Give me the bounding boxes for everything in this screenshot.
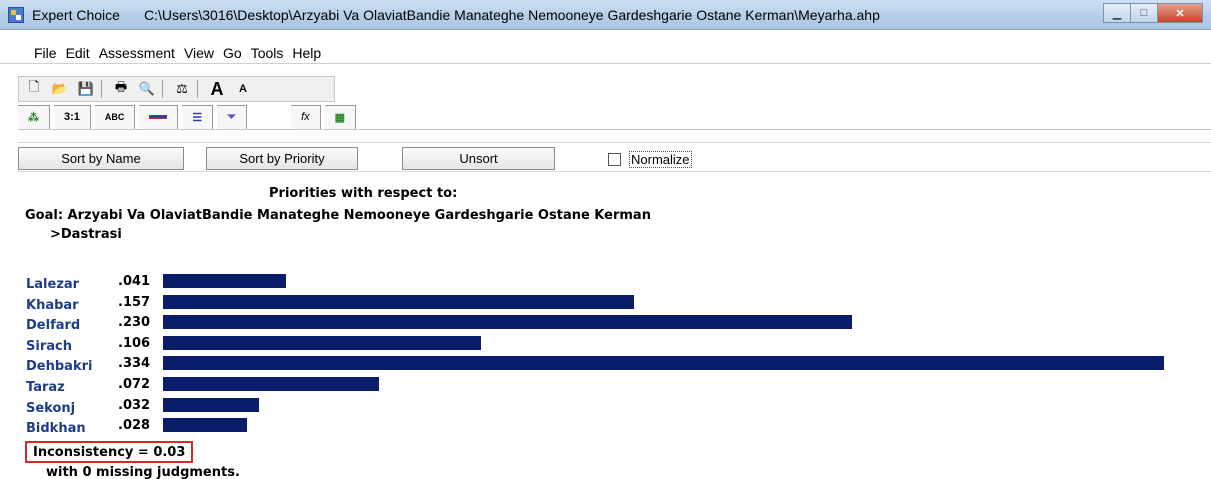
inconsistency-ratio: Inconsistency = 0.03 [25, 441, 194, 463]
file-path: C:\Users\3016\Desktop\Arzyabi Va Olaviat… [143, 6, 880, 23]
tab-pairwise[interactable]: 3:1 [54, 104, 91, 129]
category-label: Khabar [26, 297, 79, 313]
priority-chart: Lalezar .041 Khabar .157 Delfard .230 Sirach .1… [0, 180, 1211, 479]
bars-icon: ☰ [192, 111, 203, 124]
sort-bar: Sort by Name Sort by Priority Unsort Nor… [18, 142, 1211, 172]
menu-view[interactable]: View [184, 45, 214, 61]
grid-icon: ▦ [334, 111, 346, 124]
title-bar: Expert Choice C:\Users\3016\Desktop\Arzya… [0, 0, 1211, 30]
print-icon[interactable]: 🖶 [110, 79, 132, 99]
value-label: .106 [118, 335, 151, 351]
view-tabs: ⁂ 3:1 ABC ☰ ⏷ fx ▦ [18, 104, 1211, 130]
tab-grid[interactable]: ▦ [324, 104, 357, 129]
app-icon [8, 6, 24, 23]
tab-formula[interactable]: fx [291, 104, 321, 129]
standard-toolbar: 🗋 📂 💾 🖶 🔍 ⚖ A A [18, 76, 335, 102]
tab-tree[interactable]: ⁂ [18, 104, 50, 129]
tree-icon: ⁂ [28, 111, 39, 124]
app-name: Expert Choice [32, 6, 120, 23]
funnel-icon: ⏷ [227, 110, 237, 123]
menu-tools[interactable]: Tools [251, 45, 284, 61]
priority-bar [163, 294, 634, 309]
balance-icon[interactable]: ⚖ [171, 79, 193, 99]
category-label: Dehbakri [26, 359, 93, 375]
new-icon[interactable]: 🗋 [23, 79, 45, 99]
value-label: .230 [118, 315, 151, 331]
tab-funnel[interactable]: ⏷ [217, 104, 248, 129]
tab-bar-red[interactable] [139, 104, 179, 129]
menu-bar: File Edit Assessment View Go Tools Help [0, 42, 1211, 64]
value-label: .041 [118, 274, 151, 289]
window-title: Expert Choice C:\Users\3016\Desktop\Arzya… [32, 7, 880, 23]
value-label: .072 [118, 377, 151, 392]
value-label: .334 [118, 356, 151, 372]
menu-help[interactable]: Help [292, 45, 321, 61]
bar-red-icon [149, 115, 168, 119]
priority-bar [163, 315, 852, 330]
toolbar-separator [197, 80, 198, 98]
priority-bar [163, 356, 1164, 371]
priority-bar [163, 335, 481, 350]
priority-bar [163, 397, 259, 412]
window-controls: ▁ □ ✕ [1103, 3, 1203, 23]
save-icon[interactable]: 💾 [75, 79, 97, 99]
missing-judgments: with 0 missing judgments. [46, 465, 240, 479]
font-smaller-icon[interactable]: A [232, 79, 254, 99]
menu-file[interactable]: File [34, 45, 57, 61]
category-label: Delfard [26, 318, 81, 334]
toolbar-separator [101, 80, 102, 98]
open-icon[interactable]: 📂 [49, 79, 71, 99]
value-label: .028 [118, 418, 151, 434]
close-button[interactable]: ✕ [1157, 3, 1203, 23]
preview-icon[interactable]: 🔍 [136, 79, 158, 99]
normalize-label: Normalize [629, 151, 692, 168]
category-label: Bidkhan [26, 421, 86, 437]
sort-by-priority-button[interactable]: Sort by Priority [206, 147, 358, 170]
menu-edit[interactable]: Edit [66, 45, 90, 61]
category-label: Taraz [26, 380, 65, 395]
priority-bar [163, 274, 286, 288]
maximize-button[interactable]: □ [1130, 3, 1158, 23]
toolbar-separator [162, 80, 163, 98]
priorities-panel: Priorities with respect to: Goal: Arzyab… [0, 180, 1211, 479]
value-label: .032 [118, 397, 151, 413]
tab-abc[interactable]: ABC [94, 104, 136, 129]
value-label: .157 [118, 294, 151, 310]
normalize-checkbox[interactable] [608, 153, 621, 166]
category-label: Lalezar [26, 277, 80, 292]
unsort-button[interactable]: Unsort [402, 147, 555, 170]
menu-go[interactable]: Go [223, 45, 242, 61]
menu-assessment[interactable]: Assessment [99, 45, 175, 61]
tab-bars[interactable]: ☰ [182, 104, 214, 129]
priority-bar [163, 377, 379, 391]
category-label: Sirach [26, 338, 72, 354]
font-larger-icon[interactable]: A [206, 79, 228, 99]
priority-bar [163, 418, 247, 433]
minimize-button[interactable]: ▁ [1103, 3, 1131, 23]
sort-by-name-button[interactable]: Sort by Name [18, 147, 184, 170]
category-label: Sekonj [26, 400, 76, 416]
normalize-control[interactable]: Normalize [608, 151, 692, 168]
